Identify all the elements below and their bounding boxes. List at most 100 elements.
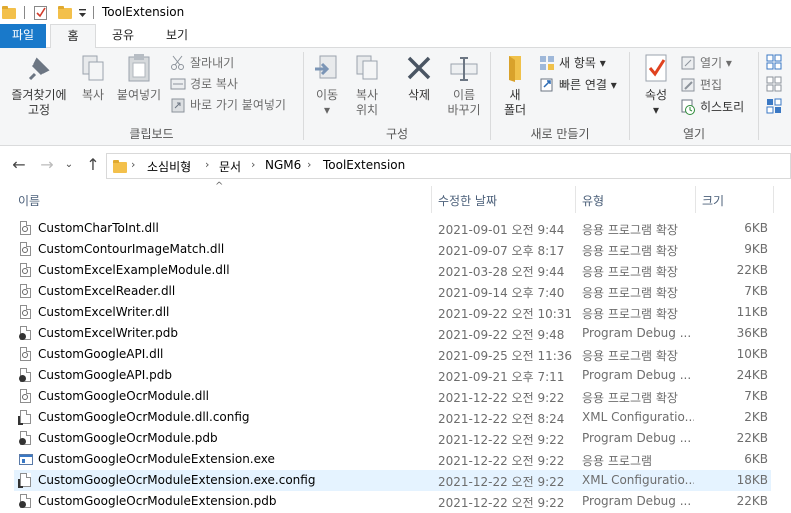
file-date: 2021-12-22 오전 9:22 bbox=[438, 391, 565, 405]
copy-to-button[interactable]: 복사 위치 bbox=[350, 52, 384, 118]
properties-button[interactable]: 속성 ▾ bbox=[638, 52, 674, 118]
file-row[interactable]: CustomGoogleOcrModule.dll 2021-12-22 오전 9… bbox=[14, 386, 771, 407]
new-item-icon bbox=[540, 56, 554, 70]
column-divider[interactable] bbox=[575, 186, 576, 213]
properties-quick-icon[interactable] bbox=[34, 5, 48, 20]
file-size: 6KB bbox=[744, 221, 768, 235]
file-row[interactable]: CustomCharToInt.dll 2021-09-01 오전 9:44 응용 … bbox=[14, 218, 771, 239]
file-name: CustomExcelWriter.dll bbox=[38, 305, 170, 319]
easy-access-button[interactable]: 빠른 연결 ▾ bbox=[539, 75, 617, 95]
back-arrow-icon[interactable]: ← bbox=[10, 156, 28, 174]
navigation-bar: ← → ⌄ ↑ › 소심비형 › 문서 › NGM6 › ToolExtensi… bbox=[0, 148, 791, 184]
tab-file[interactable]: 파일 bbox=[0, 24, 46, 48]
rename-button[interactable]: 이름 바꾸기 bbox=[444, 52, 484, 118]
title-bar: ToolExtension bbox=[0, 0, 791, 25]
file-type: Program Debug ... bbox=[582, 431, 692, 445]
breadcrumb-chevron-icon[interactable]: › bbox=[251, 158, 255, 171]
select-none-icon[interactable] bbox=[766, 76, 782, 92]
paste-shortcut-label: 바로 가기 붙여넣기 bbox=[190, 98, 286, 112]
file-row[interactable]: CustomGoogleOcrModule.pdb 2021-12-22 오전 9… bbox=[14, 428, 771, 449]
file-row[interactable]: CustomGoogleOcrModuleExtension.exe 2021-1… bbox=[14, 449, 771, 470]
paste-shortcut-button[interactable]: 바로 가기 붙여넣기 bbox=[170, 95, 286, 115]
cut-button[interactable]: 잘라내기 bbox=[170, 53, 234, 73]
file-name: CustomGoogleOcrModule.dll.config bbox=[38, 410, 250, 424]
invert-selection-icon[interactable] bbox=[766, 98, 782, 114]
file-row[interactable]: CustomGoogleOcrModuleExtension.exe.confi… bbox=[14, 470, 771, 491]
paste-icon bbox=[123, 52, 155, 84]
copy-path-icon bbox=[170, 78, 186, 90]
open-group: 속성 ▾ 열기 ▾ 편집 히스토리 열기 bbox=[630, 48, 758, 146]
address-bar[interactable]: › 소심비형 › 문서 › NGM6 › ToolExtension bbox=[106, 153, 791, 179]
copy-path-button[interactable]: 경로 복사 bbox=[170, 74, 238, 94]
properties-label: 속성 bbox=[644, 88, 668, 102]
column-modified[interactable]: 수정한 날짜 bbox=[438, 192, 497, 209]
file-row[interactable]: CustomExcelWriter.dll 2021-09-22 오전 10:31… bbox=[14, 302, 771, 323]
file-type: 응용 프로그램 확장 bbox=[582, 244, 678, 258]
file-row[interactable]: CustomContourImageMatch.dll 2021-09-07 오후… bbox=[14, 239, 771, 260]
file-date: 2021-09-22 오전 9:48 bbox=[438, 328, 565, 342]
file-row[interactable]: CustomExcelExampleModule.dll 2021-03-28 오… bbox=[14, 260, 771, 281]
breadcrumb-documents-owner[interactable]: 소심비형 bbox=[147, 158, 191, 175]
pin-to-quick-access-button[interactable]: 즐겨찾기에 고정 bbox=[4, 52, 74, 118]
file-type: 응용 프로그램 확장 bbox=[582, 391, 678, 405]
history-button[interactable]: 히스토리 bbox=[680, 97, 744, 117]
breadcrumb-ngm6[interactable]: NGM6 bbox=[265, 158, 301, 172]
open-button[interactable]: 열기 ▾ bbox=[680, 53, 732, 73]
file-row[interactable]: CustomGoogleOcrModuleExtension.pdb 2021-1… bbox=[14, 491, 771, 512]
file-size: 18KB bbox=[736, 473, 768, 487]
breadcrumb-chevron-icon[interactable]: › bbox=[131, 158, 135, 171]
file-name: CustomGoogleAPI.pdb bbox=[38, 368, 172, 382]
column-divider[interactable] bbox=[431, 186, 432, 213]
column-name[interactable]: 이름 bbox=[18, 192, 40, 209]
edit-button[interactable]: 편집 bbox=[680, 75, 722, 95]
file-row[interactable]: CustomExcelReader.dll 2021-09-14 오후 7:40 응… bbox=[14, 281, 771, 302]
file-size: 36KB bbox=[736, 326, 768, 340]
new-item-button[interactable]: 새 항목 ▾ bbox=[539, 53, 606, 73]
new-folder-button[interactable]: 새 폴더 bbox=[499, 52, 531, 118]
rename-line2: 바꾸기 bbox=[447, 103, 481, 117]
paste-button[interactable]: 붙여넣기 bbox=[114, 52, 164, 103]
column-size[interactable]: 크기 bbox=[702, 192, 724, 209]
delete-x-icon bbox=[403, 52, 435, 84]
cut-label: 잘라내기 bbox=[190, 56, 235, 70]
breadcrumb-chevron-icon[interactable]: › bbox=[307, 158, 311, 171]
tab-home[interactable]: 홈 bbox=[50, 24, 96, 49]
breadcrumb-toolextension[interactable]: ToolExtension bbox=[323, 158, 405, 172]
file-name: CustomGoogleOcrModuleExtension.pdb bbox=[38, 494, 277, 508]
recent-locations-chevron-icon[interactable]: ⌄ bbox=[60, 156, 78, 174]
delete-button[interactable]: 삭제 bbox=[402, 52, 436, 103]
move-to-button[interactable]: 이동 ▾ bbox=[310, 52, 344, 118]
up-arrow-icon[interactable]: ↑ bbox=[84, 156, 102, 174]
ribbon-tabs: 파일 홈 공유 보기 bbox=[0, 24, 791, 49]
new-group-label: 새로 만들기 bbox=[530, 127, 590, 141]
file-type: XML Configuratio... bbox=[582, 410, 694, 424]
file-row[interactable]: CustomGoogleOcrModule.dll.config 2021-12-… bbox=[14, 407, 771, 428]
rename-icon bbox=[448, 52, 480, 84]
breadcrumb-chevron-icon[interactable]: › bbox=[205, 158, 209, 171]
file-row[interactable]: CustomGoogleAPI.dll 2021-09-25 오전 11:36 응용… bbox=[14, 344, 771, 365]
column-divider[interactable] bbox=[773, 186, 774, 213]
pdb-file-icon bbox=[19, 431, 33, 447]
tab-share[interactable]: 공유 bbox=[100, 24, 146, 48]
new-folder-quick-icon[interactable] bbox=[58, 6, 72, 19]
window-title: ToolExtension bbox=[102, 5, 185, 19]
column-type[interactable]: 유형 bbox=[582, 192, 604, 209]
copy-button[interactable]: 복사 bbox=[76, 52, 110, 103]
delete-label: 삭제 bbox=[407, 88, 431, 102]
column-divider[interactable] bbox=[695, 186, 696, 213]
file-row[interactable]: CustomGoogleAPI.pdb 2021-09-21 오후 7:11 Pro… bbox=[14, 365, 771, 386]
file-size: 22KB bbox=[736, 494, 768, 508]
tab-view[interactable]: 보기 bbox=[150, 24, 204, 48]
file-size: 22KB bbox=[736, 263, 768, 277]
breadcrumb-documents[interactable]: 문서 bbox=[219, 158, 241, 175]
open-label: 열기 bbox=[700, 56, 723, 70]
copy-path-label: 경로 복사 bbox=[190, 77, 238, 91]
file-size: 22KB bbox=[736, 431, 768, 445]
new-group: 새 폴더 새 항목 ▾ 빠른 연결 ▾ 새로 만들기 bbox=[491, 48, 629, 146]
dll-file-icon bbox=[19, 242, 33, 258]
select-all-icon[interactable] bbox=[766, 54, 782, 70]
customize-quick-access-icon[interactable] bbox=[78, 9, 87, 18]
forward-arrow-icon[interactable]: → bbox=[38, 156, 56, 174]
file-type: 응용 프로그램 확장 bbox=[582, 265, 678, 279]
file-row[interactable]: CustomExcelWriter.pdb 2021-09-22 오전 9:48 P… bbox=[14, 323, 771, 344]
